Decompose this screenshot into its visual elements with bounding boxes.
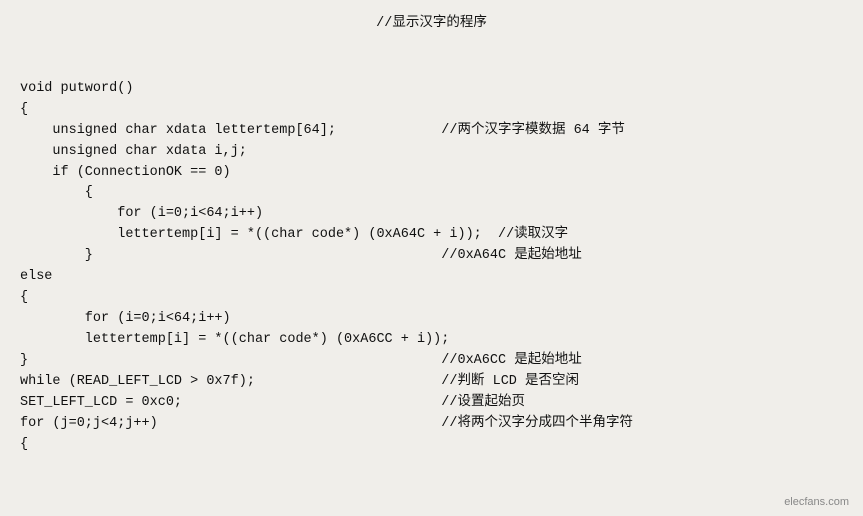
code-text: while (READ_LEFT_LCD > 0x7f); <box>20 372 255 393</box>
code-line: lettertemp[i] = *((char code*) (0xA64C +… <box>20 225 843 246</box>
code-text: if (ConnectionOK == 0) <box>20 163 231 184</box>
code-text: for (i=0;i<64;i++) <box>20 309 231 330</box>
code-line: if (ConnectionOK == 0) <box>20 163 843 184</box>
code-text: lettertemp[i] = *((char code*) (0xA64C +… <box>20 225 482 246</box>
code-line: else <box>20 267 843 288</box>
code-text: else <box>20 267 52 288</box>
header-comment: //显示汉字的程序 <box>20 10 843 31</box>
code-spacer <box>93 246 441 267</box>
code-line: for (i=0;i<64;i++) <box>20 309 843 330</box>
code-spacer <box>336 121 441 142</box>
code-line: void putword() <box>20 79 843 100</box>
code-spacer <box>182 393 441 414</box>
code-line: } //0xA6CC 是起始地址 <box>20 351 843 372</box>
code-line: for (j=0;j<4;j++) //将两个汉字分成四个半角字符 <box>20 414 843 435</box>
code-comment: //0xA6CC 是起始地址 <box>441 351 581 372</box>
code-spacer <box>28 351 441 372</box>
code-text: unsigned char xdata lettertemp[64]; <box>20 121 336 142</box>
code-comment: //判断 LCD 是否空闲 <box>441 372 579 393</box>
code-text: unsigned char xdata i,j; <box>20 142 247 163</box>
code-text: } <box>20 246 93 267</box>
code-text: for (j=0;j<4;j++) <box>20 414 158 435</box>
code-text: { <box>20 100 28 121</box>
code-comment: //0xA64C 是起始地址 <box>441 246 581 267</box>
code-text: { <box>20 435 28 456</box>
code-comment: //将两个汉字分成四个半角字符 <box>441 414 633 435</box>
code-spacer <box>482 225 498 246</box>
code-line: unsigned char xdata i,j; <box>20 142 843 163</box>
code-spacer <box>158 414 442 435</box>
code-line: } //0xA64C 是起始地址 <box>20 246 843 267</box>
header-comment-text: //显示汉字的程序 <box>376 16 487 31</box>
page-container: //显示汉字的程序 void putword(){ unsigned char … <box>0 0 863 516</box>
code-line: { <box>20 435 843 456</box>
watermark: elecfans.com <box>784 496 849 508</box>
code-comment: //设置起始页 <box>441 393 525 414</box>
code-line: while (READ_LEFT_LCD > 0x7f); //判断 LCD 是… <box>20 372 843 393</box>
code-spacer <box>255 372 441 393</box>
code-text: } <box>20 351 28 372</box>
code-text: for (i=0;i<64;i++) <box>20 204 263 225</box>
code-text: void putword() <box>20 79 133 100</box>
code-line: for (i=0;i<64;i++) <box>20 204 843 225</box>
code-text: { <box>20 183 93 204</box>
code-line: { <box>20 100 843 121</box>
code-comment: //读取汉字 <box>498 225 568 246</box>
code-line: SET_LEFT_LCD = 0xc0; //设置起始页 <box>20 393 843 414</box>
code-block: void putword(){ unsigned char xdata lett… <box>20 37 843 455</box>
code-comment: //两个汉字字模数据 64 字节 <box>441 121 625 142</box>
code-text: SET_LEFT_LCD = 0xc0; <box>20 393 182 414</box>
code-line: lettertemp[i] = *((char code*) (0xA6CC +… <box>20 330 843 351</box>
code-line: unsigned char xdata lettertemp[64]; //两个… <box>20 121 843 142</box>
code-text: { <box>20 288 28 309</box>
code-line: { <box>20 183 843 204</box>
code-text: lettertemp[i] = *((char code*) (0xA6CC +… <box>20 330 449 351</box>
code-line: { <box>20 288 843 309</box>
